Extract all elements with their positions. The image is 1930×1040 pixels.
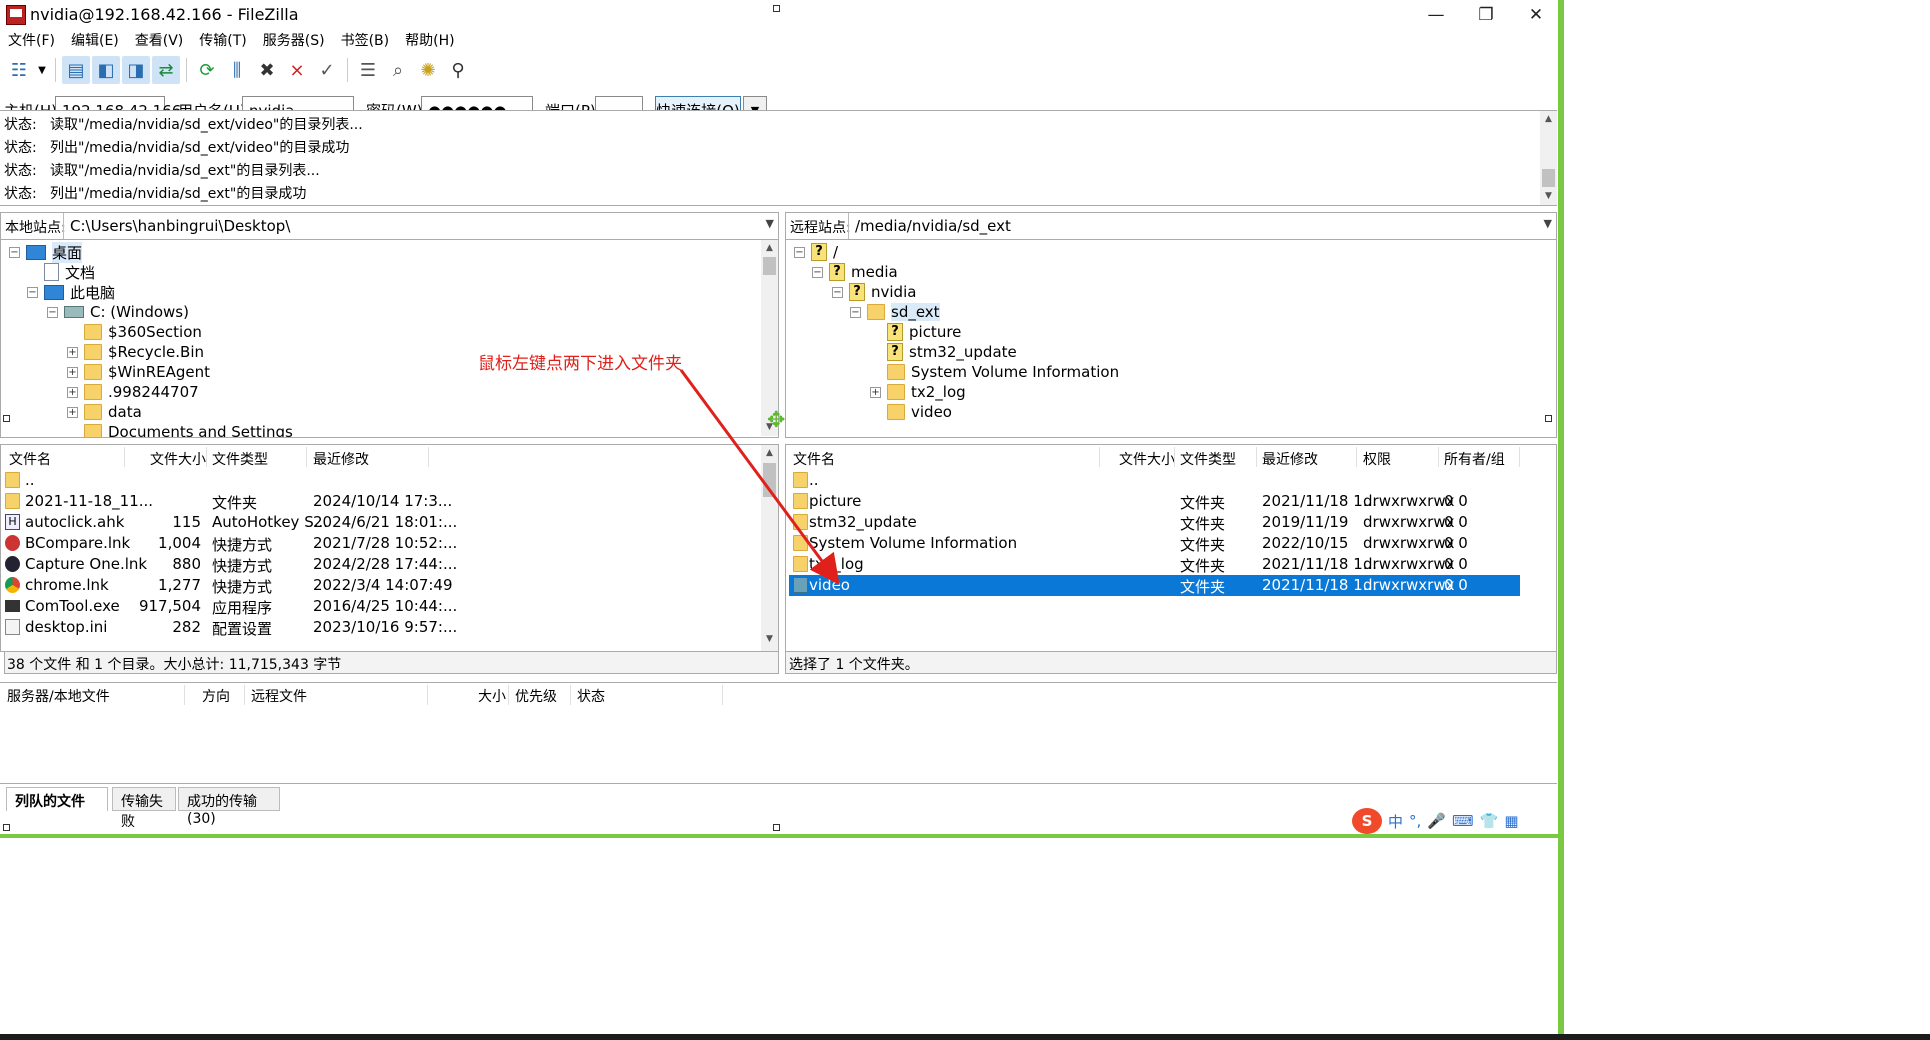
annotation-arrow <box>679 369 840 585</box>
taskbar <box>0 1034 1930 1040</box>
